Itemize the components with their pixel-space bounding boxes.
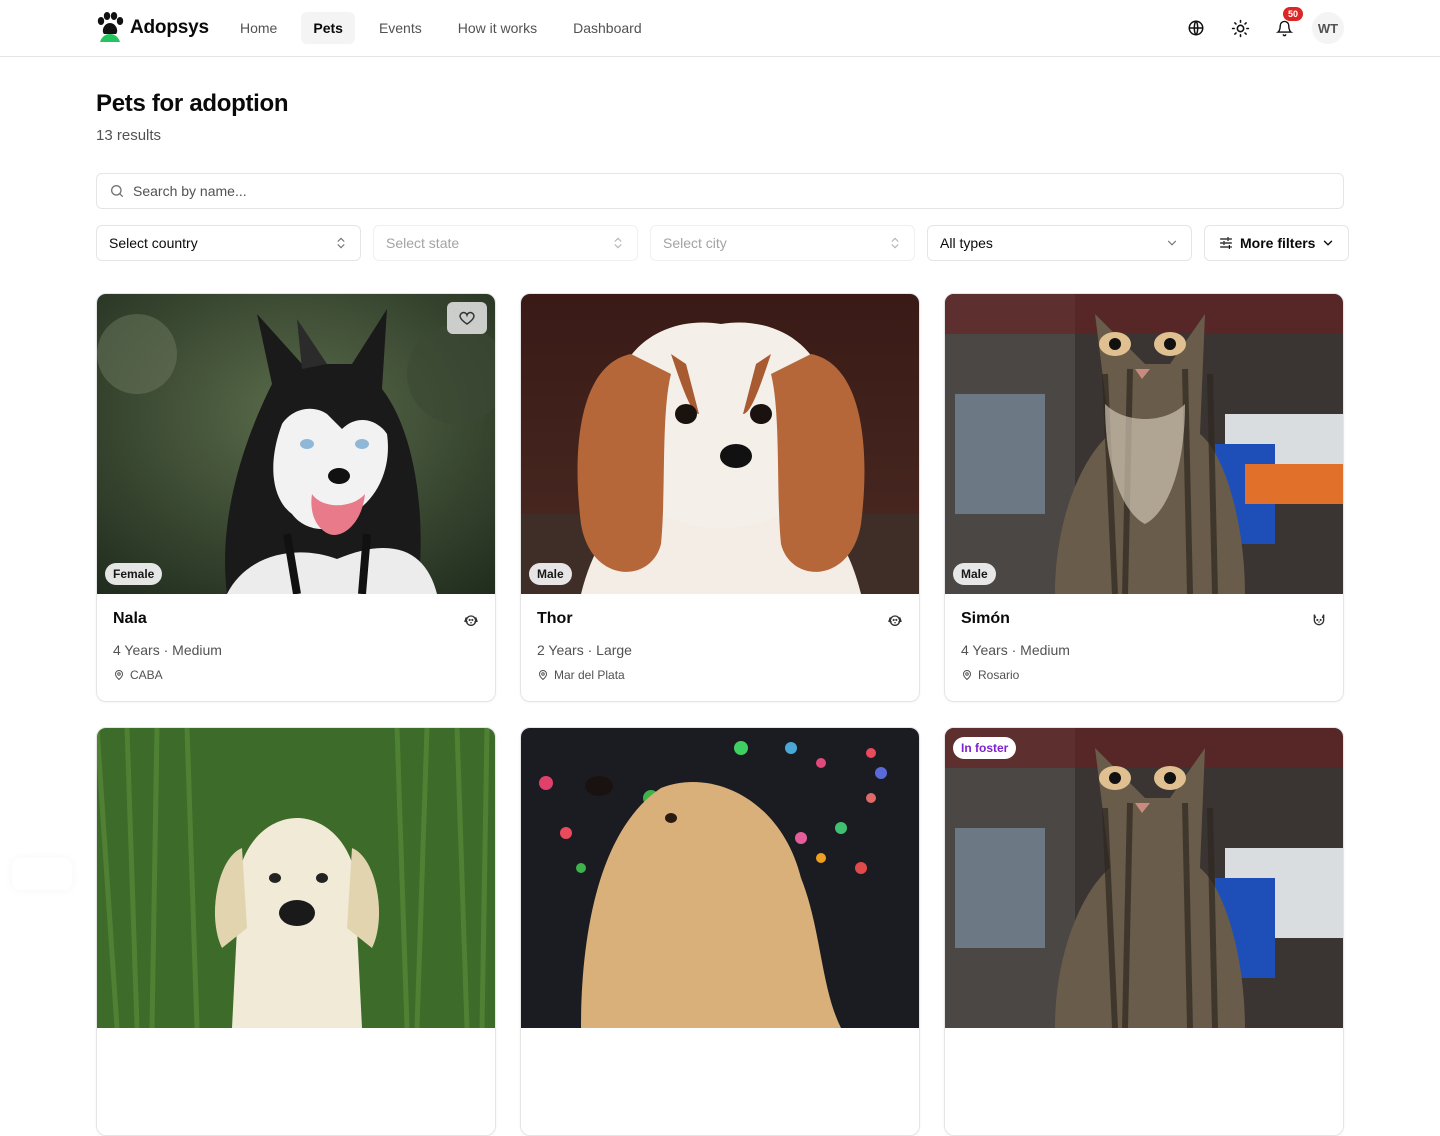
- country-select[interactable]: Select country: [96, 225, 361, 261]
- nav-dashboard[interactable]: Dashboard: [561, 12, 654, 44]
- bell-icon: [1275, 20, 1293, 36]
- pet-name: Simón: [961, 610, 1010, 627]
- pet-card[interactable]: Female Nala 4 Years · Medium CABA: [96, 293, 496, 702]
- city-select-value: Select city: [663, 235, 727, 251]
- type-select-value: All types: [940, 235, 993, 251]
- favorite-button[interactable]: [447, 302, 487, 334]
- results-count: 13 results: [96, 127, 162, 144]
- pet-photo: Male: [945, 294, 1343, 594]
- chevron-down-icon: [1167, 240, 1177, 246]
- pet-location: Rosario: [961, 668, 1327, 682]
- language-button[interactable]: [1180, 12, 1212, 44]
- gender-badge: Male: [529, 563, 572, 585]
- paw-logo-icon: [97, 12, 124, 42]
- search-input[interactable]: [133, 183, 1313, 199]
- gender-badge: Female: [105, 563, 163, 585]
- type-select[interactable]: All types: [927, 225, 1192, 261]
- brand-name: Adopsys: [130, 17, 209, 38]
- nav-events[interactable]: Events: [367, 12, 434, 44]
- search-bar: [96, 173, 1344, 209]
- top-navbar: Adopsys Home Pets Events How it works Da…: [0, 0, 1440, 57]
- country-select-value: Select country: [109, 235, 198, 251]
- pet-card[interactable]: Male Simón 4 Years · Medium Rosario: [944, 293, 1344, 702]
- pet-photo: Female: [97, 294, 495, 594]
- map-pin-icon: [114, 670, 124, 681]
- foster-status-badge: In foster: [953, 737, 1017, 759]
- pet-photo: Male: [521, 294, 919, 594]
- chevrons-up-down-icon: [337, 237, 345, 249]
- chevrons-up-down-icon: [891, 237, 899, 249]
- brand-logo-link[interactable]: Adopsys: [96, 12, 209, 44]
- globe-icon: [1188, 20, 1204, 36]
- pet-photo: [521, 728, 919, 1028]
- pet-location: CABA: [113, 668, 479, 682]
- gender-badge: Male: [953, 563, 996, 585]
- pet-card[interactable]: [520, 727, 920, 1136]
- state-select-value: Select state: [386, 235, 460, 251]
- notifications-badge: 50: [1283, 7, 1303, 21]
- pet-details: 2 Years · Large: [537, 642, 632, 658]
- pet-location-text: CABA: [130, 668, 163, 682]
- pet-card[interactable]: Male Thor 2 Years · Large Mar del Plata: [520, 293, 920, 702]
- pet-name: Nala: [113, 610, 147, 627]
- pet-info: Simón 4 Years · Medium Rosario: [945, 594, 1343, 682]
- pet-location-text: Rosario: [978, 668, 1020, 682]
- pet-photo: In foster: [945, 728, 1343, 1028]
- pet-details: 4 Years · Medium: [113, 642, 222, 658]
- chevron-down-icon: [1324, 240, 1333, 246]
- heart-icon: [459, 311, 475, 325]
- nav-how-it-works[interactable]: How it works: [446, 12, 549, 44]
- theme-toggle-button[interactable]: [1224, 12, 1256, 44]
- pet-card[interactable]: [96, 727, 496, 1136]
- pet-name: Thor: [537, 610, 573, 627]
- nav-home[interactable]: Home: [228, 12, 289, 44]
- chevrons-up-down-icon: [614, 237, 622, 249]
- main-nav: Home Pets Events How it works Dashboard: [228, 12, 654, 44]
- map-pin-icon: [962, 670, 972, 681]
- city-select[interactable]: Select city: [650, 225, 915, 261]
- pet-card[interactable]: In foster: [944, 727, 1344, 1136]
- state-select[interactable]: Select state: [373, 225, 638, 261]
- search-icon: [111, 185, 123, 197]
- user-avatar[interactable]: WT: [1312, 12, 1344, 44]
- pet-location-text: Mar del Plata: [554, 668, 625, 682]
- more-filters-button[interactable]: More filters: [1204, 225, 1350, 261]
- dog-icon: [464, 615, 478, 626]
- sliders-icon: [1220, 237, 1232, 249]
- pet-info: Nala 4 Years · Medium CABA: [97, 594, 495, 682]
- pet-details: 4 Years · Medium: [961, 642, 1070, 658]
- page-title: Pets for adoption: [96, 90, 289, 117]
- cat-icon: [1313, 614, 1325, 626]
- pet-info: Thor 2 Years · Large Mar del Plata: [521, 594, 919, 682]
- map-pin-icon: [538, 670, 548, 681]
- more-filters-label: More filters: [1240, 235, 1316, 251]
- pet-grid: Female Nala 4 Years · Medium CABA Male T…: [96, 293, 1344, 1136]
- header-actions: 50 WT: [1180, 7, 1344, 44]
- filters-row: Select country Select state Select city …: [96, 225, 1350, 261]
- sun-icon: [1231, 19, 1249, 37]
- notifications-button[interactable]: 50: [1268, 7, 1303, 44]
- pet-location: Mar del Plata: [537, 668, 903, 682]
- nav-pets[interactable]: Pets: [301, 12, 355, 44]
- toast-region: [12, 858, 72, 890]
- dog-icon: [888, 615, 902, 626]
- pet-photo: [97, 728, 495, 1028]
